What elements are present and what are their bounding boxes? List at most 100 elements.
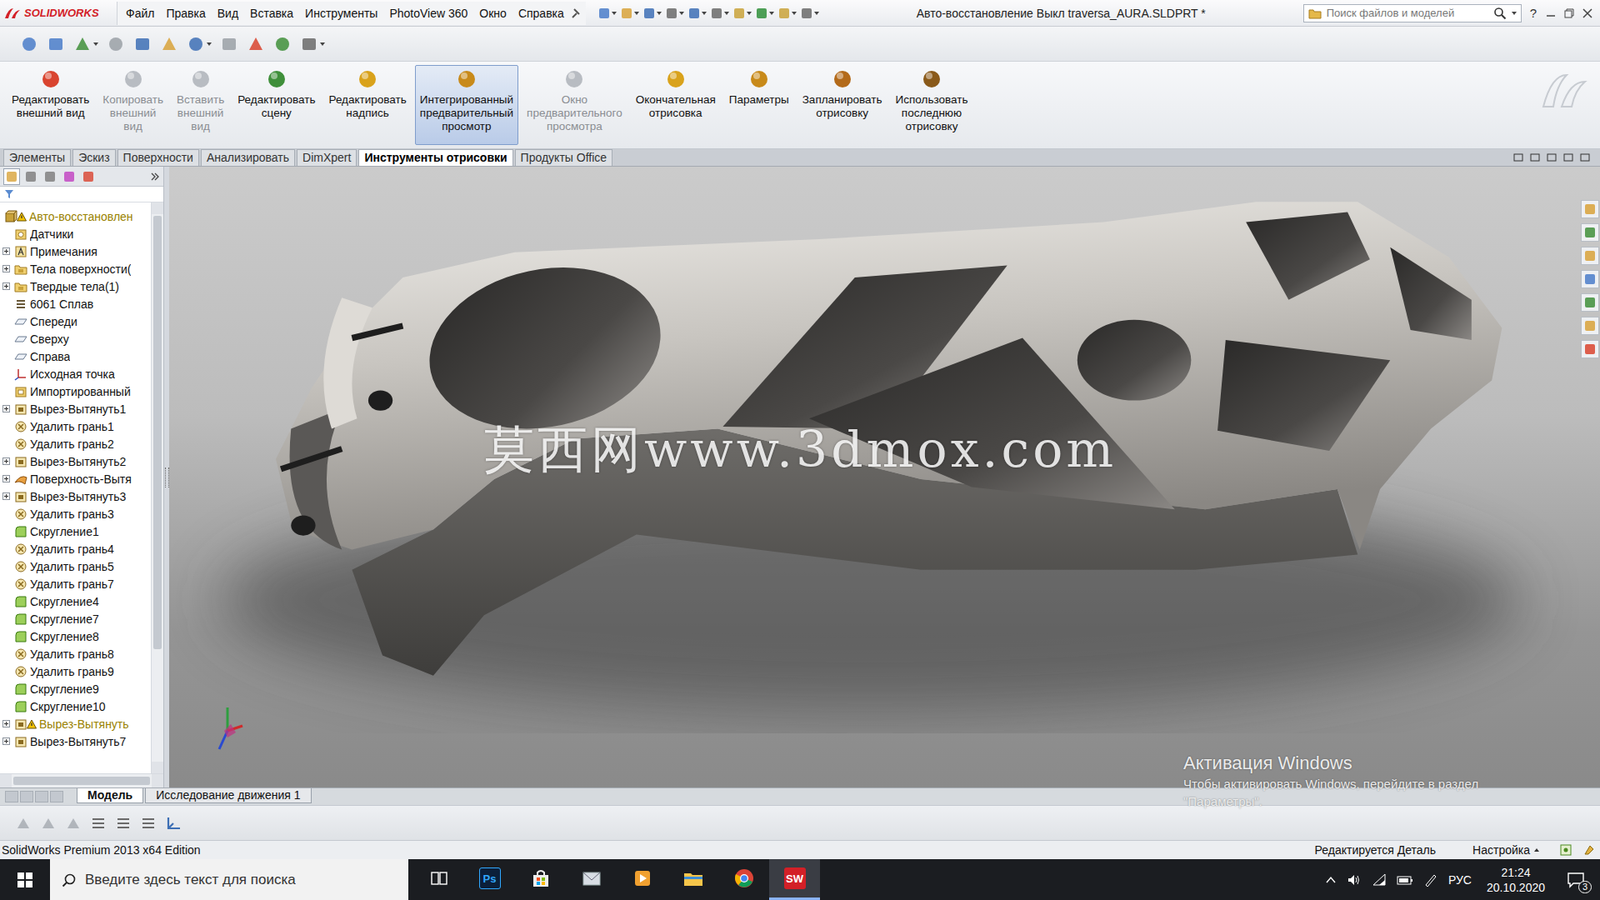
tree-item[interactable]: 6061 Сплав (0, 295, 151, 313)
menu-item[interactable]: Справка (513, 4, 570, 23)
toolbar-button[interactable] (105, 33, 127, 55)
toolbar-button[interactable] (38, 813, 59, 834)
horizontal-scrollbar[interactable] (0, 773, 164, 788)
expand-toggle[interactable] (2, 282, 10, 290)
toolbar-button[interactable] (163, 813, 184, 834)
viewport-button-icon[interactable] (1563, 152, 1574, 163)
tree-item[interactable]: Удалить грань5 (0, 557, 151, 575)
tree-item[interactable]: Удалить грань1 (0, 417, 151, 435)
tree-item[interactable]: Удалить грань3 (0, 505, 151, 523)
toolbar-button[interactable] (665, 6, 685, 20)
tree-item[interactable]: Удалить грань9 (0, 662, 151, 680)
rebuild-icon[interactable] (1583, 844, 1595, 856)
viewport-button-icon[interactable] (1513, 152, 1524, 163)
pin-icon[interactable] (570, 7, 583, 20)
graphics-area[interactable]: 莫西网www.3dmox.com (169, 166, 1600, 788)
manager-tab[interactable] (60, 168, 78, 185)
taskbar-app[interactable] (718, 859, 770, 900)
expand-toggle[interactable] (2, 265, 10, 273)
expand-toggle[interactable] (2, 457, 10, 465)
manager-tab[interactable] (80, 168, 97, 185)
toolbar-button[interactable] (88, 813, 109, 834)
command-tab[interactable]: Элементы (3, 149, 71, 166)
ribbon-button[interactable]: Копироватьвнешнийвид (97, 65, 169, 145)
manager-tab[interactable] (22, 168, 40, 185)
pen-icon[interactable] (1423, 872, 1439, 888)
tab-nav-button[interactable] (35, 790, 49, 803)
toolbar-button[interactable] (732, 6, 752, 20)
toolbar-button[interactable] (71, 33, 100, 55)
taskbar-app[interactable] (413, 859, 465, 900)
toolbar-button[interactable] (185, 33, 214, 55)
tab-nav-button[interactable] (50, 790, 64, 803)
clock[interactable]: 21:2420.10.2020 (1481, 865, 1550, 895)
viewport-button-icon[interactable] (1546, 152, 1557, 163)
menu-item[interactable]: Вставка (245, 4, 299, 23)
expand-toggle[interactable] (2, 492, 10, 500)
tree-item[interactable]: Скругление8 (0, 627, 151, 645)
task-pane-tab[interactable] (1580, 316, 1600, 335)
ribbon-button[interactable]: Параметры (724, 65, 795, 145)
taskbar-app[interactable]: Ps (464, 859, 515, 900)
toolbar-button[interactable] (245, 33, 267, 55)
menu-item[interactable]: Файл (120, 4, 160, 23)
tree-item[interactable]: Скругление9 (0, 680, 151, 698)
toolbar-button[interactable] (13, 813, 34, 834)
ribbon-button[interactable]: Запланироватьотрисовку (797, 65, 888, 145)
battery-icon[interactable] (1396, 872, 1414, 888)
tree-item[interactable]: Скругление4 (0, 592, 151, 610)
task-pane-tab[interactable] (1580, 246, 1600, 265)
tree-item[interactable]: Датчики (0, 225, 151, 243)
minimize-icon[interactable] (1545, 7, 1557, 20)
tree-item[interactable]: Скругление1 (0, 522, 151, 540)
model-tab[interactable]: Исследование движения 1 (145, 788, 311, 804)
menu-item[interactable]: Окно (474, 4, 512, 23)
volume-icon[interactable] (1346, 872, 1362, 888)
taskbar-app[interactable] (515, 859, 566, 900)
ribbon-button[interactable]: Редактироватьнадпись (323, 65, 411, 145)
tree-item[interactable]: Импортированный (0, 382, 151, 400)
tree-item[interactable]: Вырез-Вытянуть7 (0, 732, 151, 750)
command-tab[interactable]: Эскиз (72, 149, 115, 166)
tree-item[interactable]: Исходная точка (0, 365, 151, 383)
input-language[interactable]: РУС (1448, 873, 1472, 887)
toolbar-button[interactable] (45, 33, 67, 55)
ribbon-button[interactable]: Использоватьпоследнююотрисовку (890, 65, 974, 145)
command-tab[interactable]: DimXpert (296, 149, 357, 166)
command-tab[interactable]: Поверхности (117, 149, 200, 166)
manager-tab[interactable] (3, 168, 20, 185)
task-pane-tab[interactable] (1580, 223, 1600, 242)
tree-item[interactable]: Справа (0, 347, 151, 365)
solidworks-logo[interactable]: SOLIDWORKS (3, 6, 112, 20)
toolbar-button[interactable] (218, 33, 240, 55)
search-field[interactable]: Поиск файлов и моделей (1303, 4, 1522, 23)
ribbon-button[interactable]: Редактироватьсцену (232, 65, 320, 145)
ribbon-button[interactable]: Редактироватьвнешний вид (6, 65, 95, 145)
menu-item[interactable]: Правка (160, 4, 210, 23)
toolbar-button[interactable] (800, 6, 820, 20)
tab-nav-button[interactable] (5, 790, 19, 803)
menu-item[interactable]: Вид (212, 4, 244, 23)
model-view[interactable]: 莫西网www.3dmox.com (169, 166, 1580, 788)
search-icon[interactable] (1493, 6, 1507, 20)
ribbon-button[interactable]: Окнопредварительногопросмотра (521, 65, 628, 145)
tree-item[interactable]: Поверхность-Вытя (0, 470, 151, 488)
tree-item[interactable]: Скругление7 (0, 610, 151, 628)
tree-item[interactable]: Авто-восстановлен (0, 207, 151, 225)
task-pane-tab[interactable] (1580, 200, 1600, 219)
tree-item[interactable]: Тела поверхности( (0, 260, 151, 278)
task-pane-tab[interactable] (1580, 293, 1600, 312)
viewport-button-icon[interactable] (1530, 152, 1540, 163)
restore-icon[interactable] (1563, 7, 1575, 20)
tree-item[interactable]: Удалить грань2 (0, 435, 151, 453)
help-status-icon[interactable] (1560, 844, 1572, 856)
expand-toggle[interactable] (2, 247, 10, 255)
ribbon-button[interactable]: Интегрированныйпредварительныйпросмотр (415, 65, 519, 145)
expand-toggle[interactable] (2, 720, 10, 728)
notification-center[interactable]: 3 (1560, 871, 1592, 889)
command-tab[interactable]: Анализировать (200, 149, 295, 166)
toolbar-button[interactable] (271, 33, 294, 55)
tree-item[interactable]: Спереди (0, 312, 151, 330)
toolbar-button[interactable] (138, 813, 159, 834)
tab-nav-button[interactable] (20, 790, 34, 803)
